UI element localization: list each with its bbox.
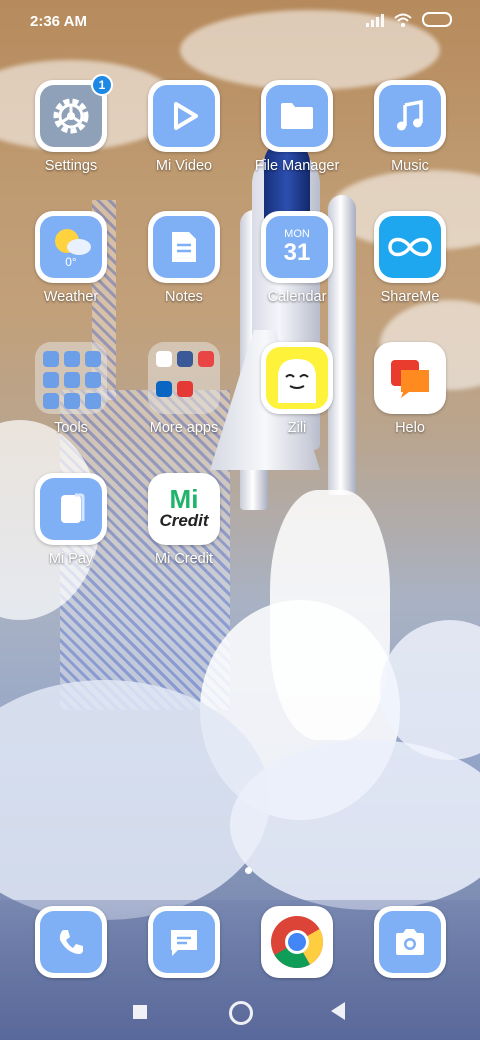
app-label: Settings: [44, 158, 98, 174]
battery-icon: [422, 12, 452, 27]
camera-icon: [396, 929, 424, 955]
folder-tools-icon: [35, 342, 107, 414]
status-time: 2:36 AM: [30, 13, 87, 30]
app-mi-pay[interactable]: Mi Pay: [21, 473, 121, 567]
navigation-bar: [0, 986, 480, 1040]
app-helo[interactable]: Helo: [360, 342, 460, 436]
app-label: More apps: [149, 420, 219, 436]
folder-more-apps-icon: [148, 342, 220, 414]
dock-phone[interactable]: [21, 906, 121, 978]
signal-icon: [366, 13, 384, 27]
status-bar: 2:36 AM: [0, 0, 480, 42]
app-label: Notes: [165, 289, 203, 305]
infinity-icon: [388, 237, 432, 257]
app-label: ShareMe: [380, 289, 440, 305]
phone-icon: [59, 930, 83, 954]
app-label: File Manager: [254, 158, 340, 174]
home-button[interactable]: [229, 1001, 253, 1025]
chat-bubble-icon: [391, 360, 429, 398]
recents-button[interactable]: [133, 1005, 147, 1019]
app-notes[interactable]: Notes: [134, 211, 234, 305]
app-label: Mi Pay: [48, 551, 94, 567]
folder-icon: [281, 103, 313, 129]
note-icon: [172, 232, 196, 262]
app-folder-tools[interactable]: Tools: [21, 342, 121, 436]
wallet-icon: [61, 493, 85, 523]
calendar-day-number: 31: [283, 239, 311, 266]
app-file-manager[interactable]: File Manager: [247, 80, 347, 174]
app-calendar[interactable]: MON 31 Calendar: [247, 211, 347, 305]
notification-badge: 1: [91, 74, 113, 96]
app-weather[interactable]: 0° Weather: [21, 211, 121, 305]
app-label: Helo: [395, 420, 425, 436]
app-label: Mi Video: [155, 158, 213, 174]
mi-credit-logo: Mi: [169, 484, 199, 514]
app-folder-more-apps[interactable]: More apps: [134, 342, 234, 436]
dock-camera[interactable]: [360, 906, 460, 978]
app-label: Mi Credit: [154, 551, 213, 567]
back-button[interactable]: [331, 1002, 345, 1020]
zili-face-icon: [278, 359, 316, 403]
wifi-icon: [394, 13, 412, 27]
app-label: Zili: [287, 420, 307, 436]
dock-chrome[interactable]: [247, 906, 347, 978]
message-icon: [171, 930, 197, 956]
app-label: Tools: [54, 420, 88, 436]
chrome-icon: [271, 916, 323, 968]
weather-icon: [55, 229, 91, 255]
app-label: Music: [391, 158, 429, 174]
app-label: Calendar: [267, 289, 327, 305]
app-music[interactable]: Music: [360, 80, 460, 174]
music-note-icon: [397, 99, 423, 131]
page-indicator: [245, 867, 252, 874]
weather-temp: 0°: [65, 255, 77, 269]
app-mi-credit[interactable]: Mi Credit Mi Credit: [134, 473, 234, 567]
app-mi-video[interactable]: Mi Video: [134, 80, 234, 174]
play-icon: [174, 102, 198, 130]
app-zili[interactable]: Zili: [247, 342, 347, 436]
dock-messages[interactable]: [134, 906, 234, 978]
mi-credit-logo-text: Credit: [159, 511, 209, 530]
app-settings[interactable]: 1 Settings: [21, 74, 121, 174]
app-shareme[interactable]: ShareMe: [360, 211, 460, 305]
app-label: Weather: [43, 289, 99, 305]
gear-icon: [53, 98, 89, 134]
